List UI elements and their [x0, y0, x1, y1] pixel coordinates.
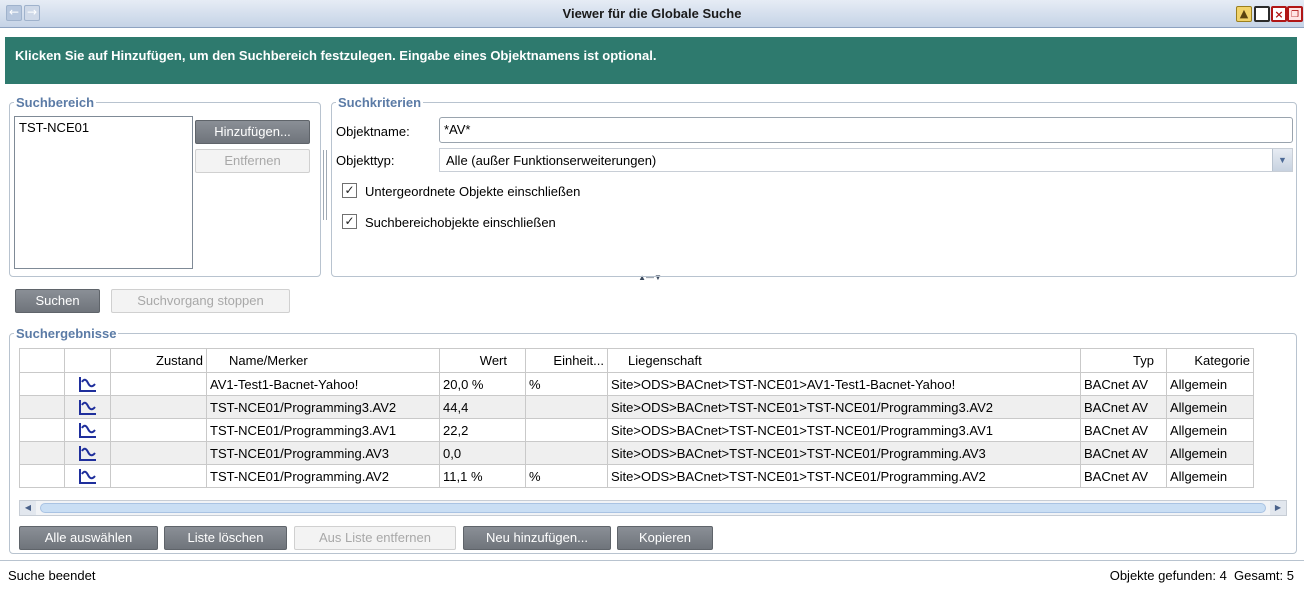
cell-liegenschaft: Site>ODS>BACnet>TST-NCE01>TST-NCE01/Prog…: [607, 464, 1081, 488]
table-row[interactable]: TST-NCE01/Programming.AV2 11,1 % % Site>…: [19, 464, 1254, 488]
list-item[interactable]: TST-NCE01: [19, 120, 188, 135]
scroll-left-icon[interactable]: ◀: [20, 501, 36, 515]
cell-einheit: [525, 395, 608, 419]
column-header-zustand[interactable]: Zustand: [110, 348, 207, 373]
scrollbar-thumb[interactable]: [40, 503, 1266, 513]
object-type-select[interactable]: Alle (außer Funktionserweiterungen) ▼: [439, 148, 1293, 172]
search-scope-legend: Suchbereich: [16, 95, 95, 110]
cell-kategorie: Allgemein: [1166, 464, 1254, 488]
search-button[interactable]: Suchen: [15, 289, 100, 313]
remove-button[interactable]: Entfernen: [195, 149, 310, 173]
trend-icon: [78, 423, 96, 439]
results-legend: Suchergebnisse: [16, 326, 117, 341]
object-name-label: Objektname:: [336, 124, 410, 139]
cell-zustand: [110, 372, 207, 396]
cell-wert: 44,4: [439, 395, 526, 419]
lock-icon[interactable]: ▲: [1236, 6, 1252, 22]
cell-einheit: [525, 418, 608, 442]
column-header-kategorie[interactable]: Kategorie: [1166, 348, 1254, 373]
cell-wert: 11,1 %: [439, 464, 526, 488]
column-header[interactable]: [19, 348, 65, 373]
trend-icon: [78, 400, 96, 416]
window-title: Viewer für die Globale Suche: [562, 6, 742, 21]
cell-liegenschaft: Site>ODS>BACnet>TST-NCE01>TST-NCE01/Prog…: [607, 418, 1081, 442]
chevron-down-icon[interactable]: ▼: [1272, 149, 1292, 171]
cell-wert: 22,2: [439, 418, 526, 442]
status-bar: Suche beendet Objekte gefunden: 4 Gesamt…: [0, 560, 1304, 589]
column-header[interactable]: [64, 348, 111, 373]
cell-kategorie: Allgemein: [1166, 441, 1254, 465]
status-text: Suche beendet: [8, 568, 96, 583]
cell-typ: BACnet AV: [1080, 418, 1167, 442]
cell-name: TST-NCE01/Programming.AV3: [206, 441, 440, 465]
cell-typ: BACnet AV: [1080, 464, 1167, 488]
table-row[interactable]: AV1-Test1-Bacnet-Yahoo! 20,0 % % Site>OD…: [19, 372, 1254, 396]
cell-name: TST-NCE01/Programming3.AV1: [206, 418, 440, 442]
cell-name: TST-NCE01/Programming.AV2: [206, 464, 440, 488]
close-icon[interactable]: ×: [1271, 6, 1287, 22]
cell-typ: BACnet AV: [1080, 372, 1167, 396]
cell-liegenschaft: Site>ODS>BACnet>TST-NCE01>TST-NCE01/Prog…: [607, 441, 1081, 465]
object-type-label: Objekttyp:: [336, 153, 395, 168]
table-row[interactable]: TST-NCE01/Programming3.AV1 22,2 Site>ODS…: [19, 418, 1254, 442]
search-criteria-legend: Suchkriterien: [338, 95, 422, 110]
scroll-right-icon[interactable]: ▶: [1270, 501, 1286, 515]
column-header-liegenschaft[interactable]: Liegenschaft: [607, 348, 1081, 373]
include-children-checkbox[interactable]: ✓: [342, 183, 357, 198]
vertical-splitter[interactable]: [323, 150, 327, 220]
cell-einheit: %: [525, 372, 608, 396]
cell-liegenschaft: Site>ODS>BACnet>TST-NCE01>TST-NCE01/Prog…: [607, 395, 1081, 419]
maximize-icon[interactable]: [1254, 6, 1270, 22]
cell-kategorie: Allgemein: [1166, 395, 1254, 419]
table-row[interactable]: TST-NCE01/Programming3.AV2 44,4 Site>ODS…: [19, 395, 1254, 419]
column-header-wert[interactable]: Wert: [439, 348, 526, 373]
cell-liegenschaft: Site>ODS>BACnet>TST-NCE01>AV1-Test1-Bacn…: [607, 372, 1081, 396]
column-header-einheit[interactable]: Einheit...: [525, 348, 608, 373]
cell-einheit: [525, 441, 608, 465]
clear-list-button[interactable]: Liste löschen: [164, 526, 287, 550]
cell-kategorie: Allgemein: [1166, 418, 1254, 442]
cell-zustand: [110, 441, 207, 465]
add-new-button[interactable]: Neu hinzufügen...: [463, 526, 611, 550]
cell-wert: 20,0 %: [439, 372, 526, 396]
include-scope-objects-label: Suchbereichobjekte einschließen: [365, 215, 556, 230]
remove-from-list-button[interactable]: Aus Liste entfernen: [294, 526, 456, 550]
object-name-input[interactable]: *AV*: [439, 117, 1293, 143]
copy-button[interactable]: Kopieren: [617, 526, 713, 550]
trend-icon: [78, 446, 96, 462]
table-header-row: Zustand Name/Merker Wert Einheit... Lieg…: [19, 348, 1254, 373]
column-header-name[interactable]: Name/Merker: [206, 348, 440, 373]
cell-zustand: [110, 418, 207, 442]
cell-zustand: [110, 464, 207, 488]
object-type-value: Alle (außer Funktionserweiterungen): [446, 153, 657, 168]
cell-zustand: [110, 395, 207, 419]
cell-kategorie: Allgemein: [1166, 372, 1254, 396]
table-row[interactable]: TST-NCE01/Programming.AV3 0,0 Site>ODS>B…: [19, 441, 1254, 465]
include-scope-objects-checkbox[interactable]: ✓: [342, 214, 357, 229]
add-button[interactable]: Hinzufügen...: [195, 120, 310, 144]
info-banner: Klicken Sie auf Hinzufügen, um den Suchb…: [5, 37, 1297, 84]
select-all-button[interactable]: Alle auswählen: [19, 526, 158, 550]
title-bar: ← → Viewer für die Globale Suche ▲ × ❐: [0, 0, 1304, 28]
search-scope-list[interactable]: TST-NCE01: [14, 116, 193, 269]
cell-name: AV1-Test1-Bacnet-Yahoo!: [206, 372, 440, 396]
include-children-label: Untergeordnete Objekte einschließen: [365, 184, 581, 199]
column-header-typ[interactable]: Typ: [1080, 348, 1167, 373]
horizontal-scrollbar[interactable]: ◀ ▶: [19, 500, 1287, 516]
cell-name: TST-NCE01/Programming3.AV2: [206, 395, 440, 419]
cell-einheit: %: [525, 464, 608, 488]
cell-wert: 0,0: [439, 441, 526, 465]
banner-text: Klicken Sie auf Hinzufügen, um den Suchb…: [15, 48, 657, 63]
trend-icon: [78, 377, 96, 393]
trend-icon: [78, 469, 96, 485]
results-table: Zustand Name/Merker Wert Einheit... Lieg…: [19, 348, 1254, 488]
status-counts: Objekte gefunden: 4 Gesamt: 5: [1109, 568, 1294, 583]
restore-icon[interactable]: ❐: [1287, 6, 1303, 22]
stop-search-button[interactable]: Suchvorgang stoppen: [111, 289, 290, 313]
cell-typ: BACnet AV: [1080, 441, 1167, 465]
cell-typ: BACnet AV: [1080, 395, 1167, 419]
